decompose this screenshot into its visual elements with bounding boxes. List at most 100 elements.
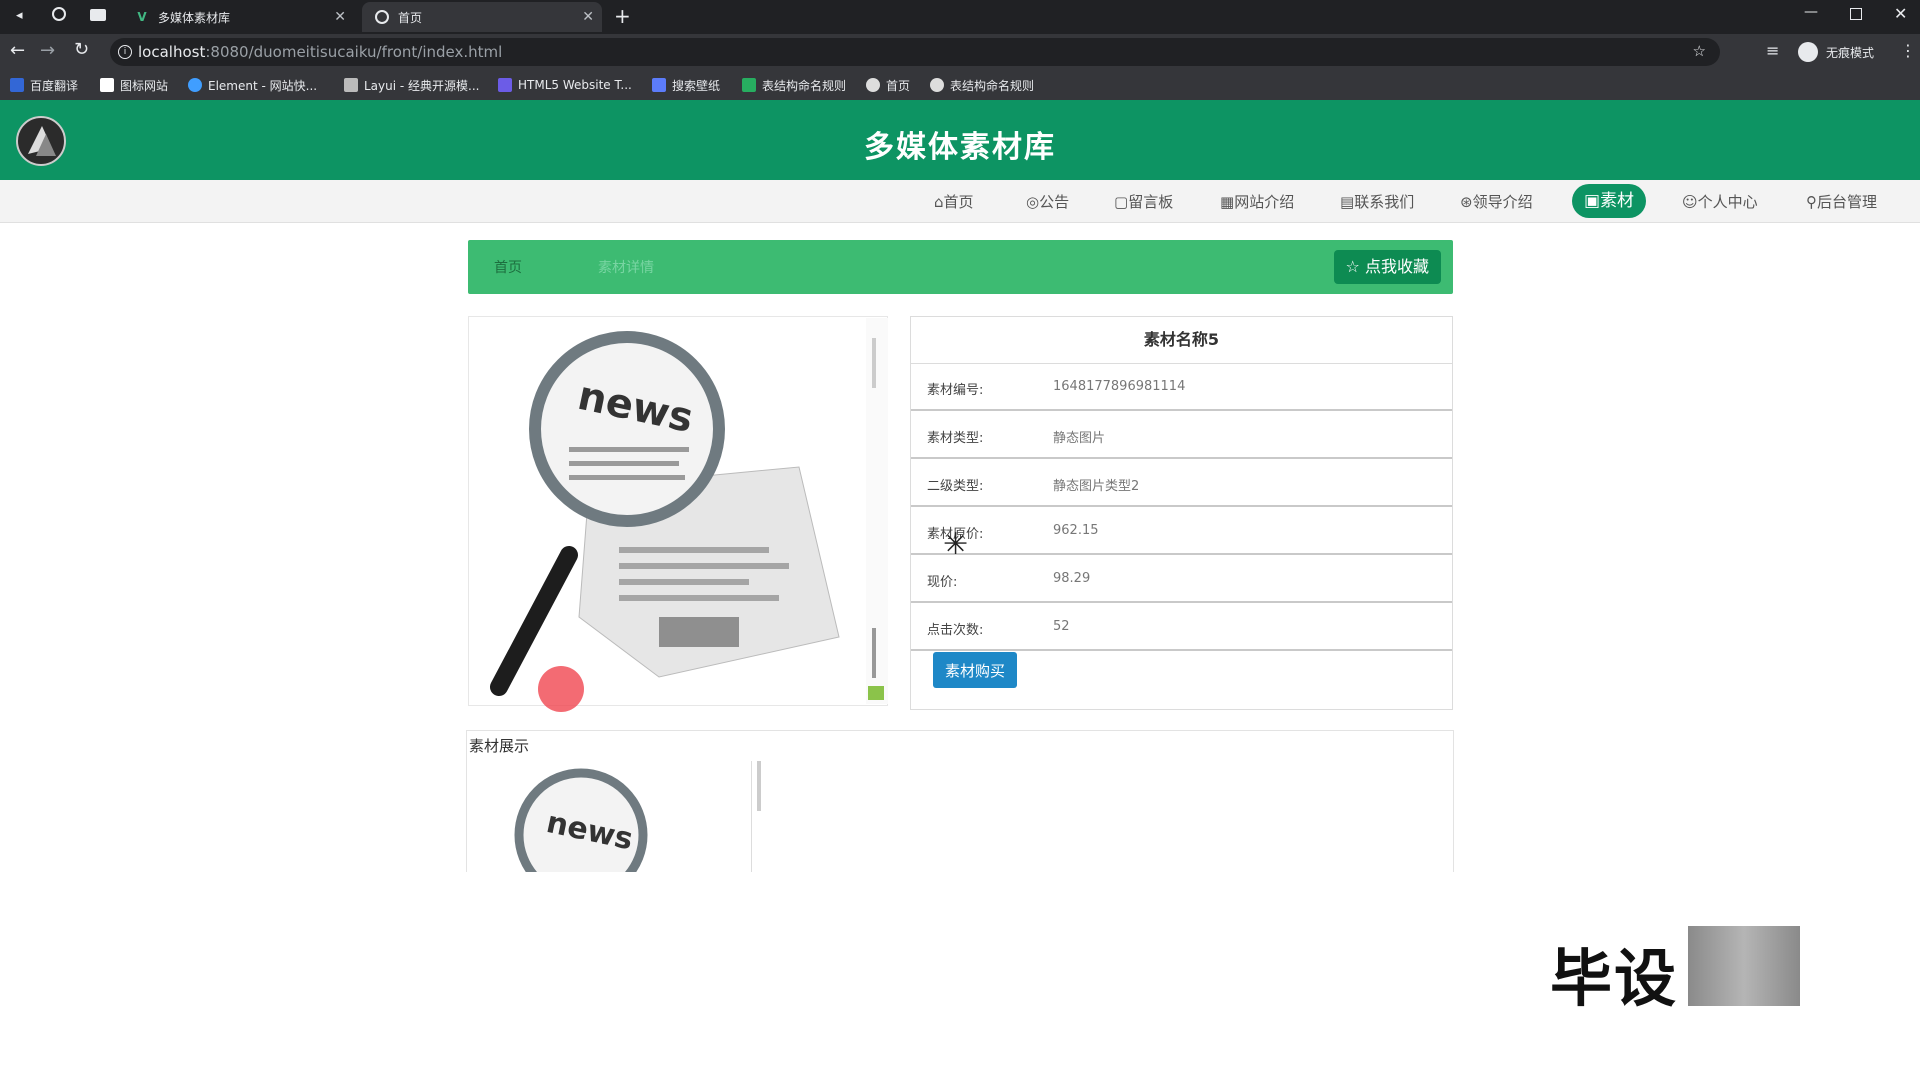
bookmark-label: 百度翻译 [30, 78, 79, 93]
browser-tab-strip: ◂ V 多媒体素材库 ✕ 首页 ✕ + — ✕ [0, 0, 1920, 34]
main-nav: ⌂首页 ◎公告 ▢留言板 ▦网站介绍 ▤联系我们 ⊛领导介绍 ▣素材 ☺个人中心… [0, 180, 1920, 223]
minimize-icon[interactable]: — [1804, 4, 1818, 20]
nav-label: 网站介绍 [1234, 193, 1295, 211]
breadcrumb-current: 素材详情 [598, 260, 654, 276]
reading-list-icon[interactable]: ≡ [1766, 41, 1779, 60]
tab-app[interactable]: V 多媒体素材库 ✕ [122, 2, 354, 32]
link-icon: ⚲ [1806, 193, 1817, 211]
bookmarks-bar: 百度翻译 图标网站 Element - 网站快... Layui - 经典开源模… [0, 70, 1920, 101]
detail-key: 点击次数: [927, 623, 984, 638]
window-icon[interactable] [90, 9, 106, 21]
detail-value: 962.15 [1053, 523, 1099, 538]
bookmark-label: 搜索壁纸 [672, 78, 721, 93]
material-showcase: 素材展示 news [466, 730, 1454, 872]
bookmark-item[interactable]: Layui - 经典开源模... [344, 76, 479, 94]
detail-row: 点击次数: 52 [911, 603, 1452, 651]
nav-label: 后台管理 [1817, 193, 1878, 211]
detail-row: 现价: 98.29 [911, 555, 1452, 603]
breadcrumb-home[interactable]: 首页 [494, 257, 522, 277]
nav-label: 素材 [1600, 191, 1635, 211]
bookmark-item[interactable]: Element - 网站快... [188, 76, 317, 94]
restore-icon[interactable] [1850, 8, 1862, 20]
detail-key: 二级类型: [927, 479, 984, 494]
back-history-icon[interactable]: ◂ [16, 8, 23, 23]
detail-key: 现价: [927, 575, 958, 590]
grid-icon: ▦ [1220, 193, 1235, 211]
message-icon: ▢ [1114, 193, 1129, 211]
reload-icon[interactable]: ↻ [74, 39, 89, 60]
material-image-preview[interactable]: news [468, 316, 888, 706]
strip-marker-icon[interactable] [868, 686, 884, 700]
back-icon[interactable]: ← [10, 40, 25, 61]
bookmark-item[interactable]: HTML5 Website T... [498, 76, 632, 94]
tab-close-icon[interactable]: ✕ [582, 9, 594, 25]
tab-search-icon[interactable] [52, 7, 66, 21]
detail-row: 素材原价: 962.15 [911, 507, 1452, 555]
image-thumbnail-strip[interactable] [866, 318, 888, 704]
material-icon: ▣ [1584, 191, 1601, 211]
user-icon: ☺ [1682, 193, 1698, 211]
showcase-scroll-thumb[interactable] [757, 761, 761, 811]
bookmark-favicon-icon [498, 78, 512, 92]
nav-label: 留言板 [1128, 193, 1174, 211]
profile-label[interactable]: 无痕模式 [1826, 44, 1874, 61]
incognito-icon[interactable] [1798, 42, 1818, 62]
detail-key: 素材编号: [927, 383, 984, 398]
nav-item-material[interactable]: ▣素材 [1572, 184, 1647, 218]
favorite-button[interactable]: ☆ 点我收藏 [1333, 250, 1441, 284]
bookmark-favicon-icon [188, 78, 202, 92]
bookmark-label: 表结构命名规则 [950, 78, 1035, 93]
tab-close-icon[interactable]: ✕ [334, 9, 346, 25]
nav-label: 领导介绍 [1472, 193, 1533, 211]
loading-spinner-icon: ✳ [943, 527, 969, 562]
nav-item-message-board[interactable]: ▢留言板 [1114, 191, 1173, 212]
menu-kebab-icon[interactable]: ⋮ [1900, 41, 1916, 60]
buy-material-button[interactable]: 素材购买 [933, 652, 1017, 688]
detail-value: 静态图片类型2 [1053, 479, 1140, 494]
bookmark-label: 表结构命名规则 [762, 78, 847, 93]
bookmark-favicon-icon [344, 78, 358, 92]
nav-item-personal-center[interactable]: ☺个人中心 [1682, 191, 1758, 212]
detail-value: 98.29 [1053, 571, 1091, 586]
bookmark-item[interactable]: 首页 [866, 76, 910, 94]
bookmark-item[interactable]: 百度翻译 [10, 76, 78, 94]
bookmark-star-icon[interactable]: ☆ [1693, 42, 1706, 60]
bookmark-label: 图标网站 [120, 78, 169, 93]
news-magnifier-image: news [490, 331, 840, 696]
tab-home[interactable]: 首页 ✕ [362, 2, 602, 32]
nav-label: 个人中心 [1697, 193, 1758, 211]
detail-row: 素材编号: 1648177896981114 [911, 363, 1452, 411]
address-input[interactable]: i localhost:8080/duomeitisucaiku/front/i… [110, 38, 1720, 66]
new-tab-icon[interactable]: + [614, 4, 631, 28]
bookmark-favicon-icon [742, 78, 756, 92]
site-info-icon[interactable]: i [118, 45, 132, 59]
globe-icon [866, 78, 880, 92]
bookmark-item[interactable]: 搜索壁纸 [652, 76, 720, 94]
bookmark-label: 首页 [886, 78, 911, 93]
bookmark-item[interactable]: 表结构命名规则 [742, 76, 846, 94]
breadcrumb: 首页 素材详情 ☆ 点我收藏 [468, 240, 1453, 294]
showcase-title: 素材展示 [469, 737, 530, 755]
bookmark-item[interactable]: 表结构命名规则 [930, 76, 1034, 94]
bookmark-favicon-icon [652, 78, 666, 92]
detail-value: 1648177896981114 [1053, 379, 1186, 394]
bookmark-item[interactable]: 图标网站 [100, 76, 168, 94]
showcase-thumbnail-image[interactable]: news [511, 765, 661, 872]
url-path: :8080/duomeitisucaiku/front/index.html [205, 43, 503, 61]
nav-item-admin[interactable]: ⚲后台管理 [1806, 191, 1877, 212]
detail-key: 素材类型: [927, 431, 984, 446]
nav-item-leader-intro[interactable]: ⊛领导介绍 [1460, 191, 1533, 212]
strip-thumb[interactable] [872, 628, 876, 678]
nav-item-contact[interactable]: ▤联系我们 [1340, 191, 1414, 212]
strip-thumb[interactable] [872, 338, 876, 388]
nav-item-notice[interactable]: ◎公告 [1026, 191, 1069, 212]
nav-item-site-intro[interactable]: ▦网站介绍 [1220, 191, 1294, 212]
star-icon: ☆ [1345, 257, 1360, 276]
bookmark-label: HTML5 Website T... [518, 78, 632, 92]
bookmark-folder-icon [100, 78, 114, 92]
close-window-icon[interactable]: ✕ [1894, 4, 1907, 23]
nav-item-home[interactable]: ⌂首页 [934, 191, 974, 212]
forward-icon[interactable]: → [40, 40, 55, 61]
watermark-blur [1688, 926, 1800, 1006]
favorite-label: 点我收藏 [1364, 257, 1429, 276]
